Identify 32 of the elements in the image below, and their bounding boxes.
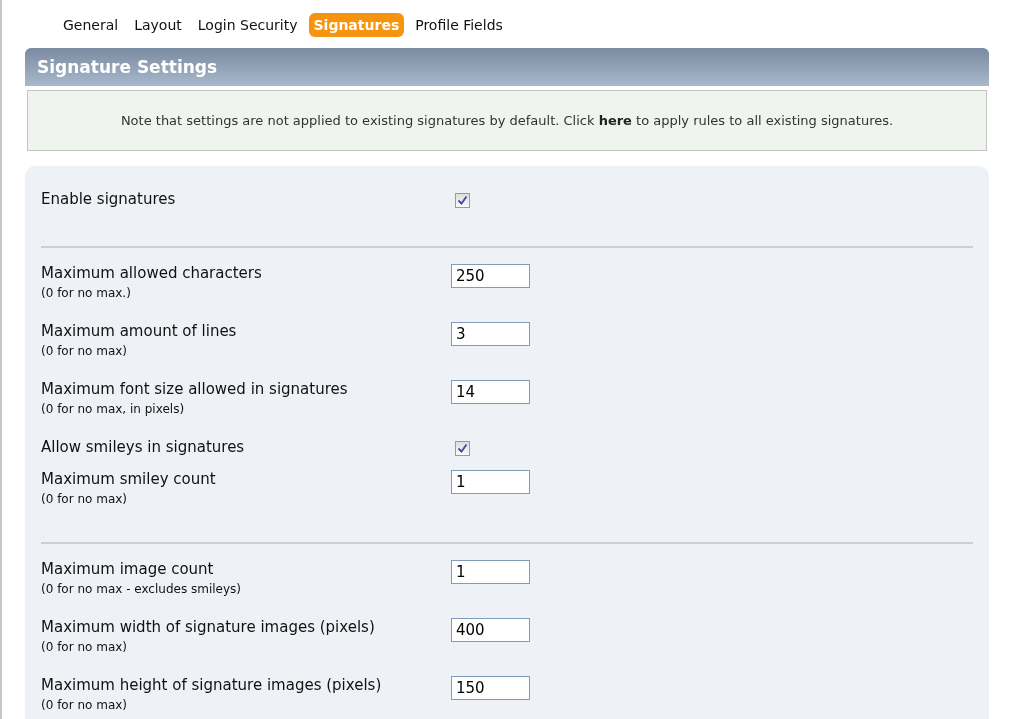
tab[interactable]: Login Security [192,13,303,37]
setting-label: Maximum image count [41,560,215,579]
setting-label: Enable signatures [41,190,177,209]
setting-hint: (0 for no max) [41,640,129,655]
number-field[interactable]: 1 [451,560,530,584]
setting-label: Maximum width of signature images (pixels) [41,618,376,637]
setting-hint: (0 for no max) [41,492,129,507]
setting-hint: (0 for no max) [41,698,129,713]
number-field[interactable]: 3 [451,322,530,346]
setting-label: Maximum amount of lines [41,322,238,341]
number-field[interactable]: 1 [451,470,530,494]
number-field[interactable]: 14 [451,380,530,404]
setting-label: Maximum font size allowed in signatures [41,380,349,399]
setting-hint: (0 for no max - excludes smileys) [41,582,242,597]
setting-label: Allow smileys in signatures [41,438,246,457]
setting-hint: (0 for no max) [41,344,129,359]
panel-title: Signature Settings [25,48,989,86]
checkbox[interactable] [455,441,470,456]
here-link[interactable]: here [598,113,632,128]
setting-hint: (0 for no max.) [41,286,132,301]
tab[interactable]: Layout [129,13,187,37]
notice-text: Note that settings are not applied to existing signatures by default. Click here to apply rules to all existing signatures. [27,90,987,151]
number-field[interactable]: 250 [451,264,530,288]
setting-label: Maximum smiley count [41,470,217,489]
tab[interactable]: General [58,13,124,37]
number-field[interactable]: 150 [451,676,530,700]
tab[interactable]: Profile Fields [410,13,508,37]
number-field[interactable]: 400 [451,618,530,642]
checkbox[interactable] [455,193,470,208]
setting-label: Maximum allowed characters [41,264,263,283]
setting-hint: (0 for no max, in pixels) [41,402,186,417]
setting-label: Maximum height of signature images (pixels) [41,676,383,695]
